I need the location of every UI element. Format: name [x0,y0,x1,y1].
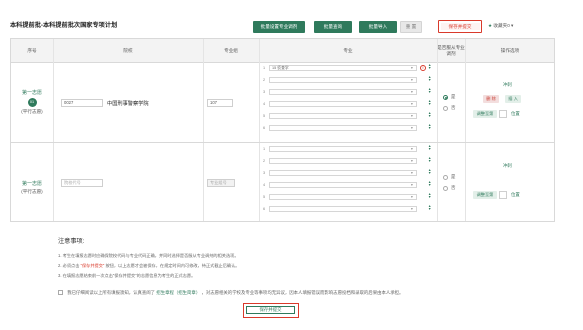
volunteer-table: 序号 院校 专业组 专业 是否服从专业调剂 操作选项 第一志愿 01 (平行志愿… [10,38,555,222]
adjust-to-button-2[interactable]: 调整至第 [473,191,497,199]
chevron-down-icon: ▾ [411,114,413,118]
school-code-input-2[interactable]: 院校代号 [61,179,103,187]
header-major: 专业 [343,48,353,53]
note-2: 2. 必须点击 “保存并提交” 按钮，以上志愿才会被保存，在规定时间内可修改，待… [58,263,240,268]
reorder-arrows-icon[interactable]: ▲ ▼ [428,75,431,82]
save-submit-bottom-highlight: 保存并提交 [243,303,299,318]
reorder-arrows-icon[interactable]: ▲ ▼ [428,123,431,130]
notes-title: 注意事项: [58,238,85,245]
top-link-1[interactable]: 冲刺 [503,82,512,88]
top-link-2[interactable]: 冲刺 [503,163,512,169]
major-select-2-5[interactable] [269,194,417,200]
chevron-down-icon: ▾ [411,195,413,199]
save-submit-top-button[interactable]: 保存并提交 [438,20,482,33]
header-ops: 操作选项 [500,48,520,53]
chevron-down-icon: ▾ [411,66,413,70]
chevron-down-icon: ▾ [411,78,413,82]
major-select-2-3[interactable] [269,170,417,176]
adjust-to-button-1[interactable]: 调整至第 [473,110,497,118]
reorder-arrows-icon[interactable]: ▲ ▼ [428,192,431,199]
volunteer-number-badge: 01 [27,98,37,107]
major-select-2-6[interactable] [269,206,417,212]
chevron-down-icon: ▾ [411,126,413,130]
table-header: 序号 院校 专业组 专业 是否服从专业调剂 操作选项 [11,39,554,63]
major-select-2-1[interactable] [269,146,417,152]
group-code-input-1[interactable]: 107 [207,99,233,107]
header-seq: 序号 [27,48,37,53]
reorder-arrows-icon[interactable]: ▲ ▼ [428,87,431,94]
error-icon: ! [420,65,426,71]
adjust-position-input-1[interactable] [499,110,507,118]
volunteer-label-1: 第一志愿 01 (平行志愿) [21,90,43,114]
save-submit-bottom-button[interactable]: 保存并提交 [246,306,295,314]
position-label-2: 位置 [511,192,520,197]
major-select-1-2[interactable] [269,77,417,83]
adjust-yes-radio-2[interactable] [443,175,448,180]
batch-query-button[interactable]: 批量查询 [314,21,352,33]
major-select-2-2[interactable] [269,158,417,164]
adjust-position-input-2[interactable] [499,191,507,199]
batch-import-button[interactable]: 批量导入 [359,21,397,33]
group-code-input-2[interactable]: 专业组号 [207,179,235,187]
school-code-input-1[interactable]: 0027 [61,99,103,107]
reorder-arrows-icon[interactable]: ▲ ▼ [428,99,431,106]
save-submit-top-label: 保存并提交 [440,22,480,30]
admission-rules-link[interactable]: 招生章程（招生简章） [156,290,200,295]
chevron-down-icon: ▾ [411,90,413,94]
chevron-down-icon: ▾ [411,183,413,187]
reset-button[interactable]: 重 置 [400,21,422,33]
favorites-label: 收藏夹0 [493,23,510,28]
reorder-arrows-icon[interactable]: ▲ ▼ [428,204,431,211]
position-label-1: 位置 [511,111,520,116]
batch-set-adjust-button[interactable]: 批量设置专业调剂 [253,21,305,33]
agreement-checkbox[interactable] [58,290,63,296]
insert-button-1[interactable]: 插 入 [505,95,521,103]
school-name-1: 中国刑事警察学院 [107,101,149,107]
reorder-arrows-icon[interactable]: ▲ ▼ [428,180,431,187]
header-group: 专业组 [224,48,238,53]
reorder-arrows-icon[interactable]: ▲ ▼ [428,144,431,151]
volunteer-label-2: 第一志愿 (平行志愿) [21,181,43,194]
reorder-arrows-icon[interactable]: ▲ ▼ [428,156,431,163]
adjust-no-radio-2[interactable] [443,186,448,191]
note-1: 1. 考生在填报志愿时应确保院校代码与专业代码正确，并同时选择是否服从专业调剂的… [58,253,239,258]
delete-button-1[interactable]: 删 除 [483,95,499,103]
major-select-2-4[interactable] [269,182,417,188]
header-school: 院校 [123,48,133,53]
adjust-yes-radio-1[interactable] [443,95,448,100]
adjust-no-radio-1[interactable] [443,106,448,111]
favorites-menu[interactable]: ★ 收藏夹0 ▾ [488,23,513,29]
chevron-down-icon: ▾ [411,171,413,175]
major-select-1-3[interactable] [269,89,417,95]
major-select-1-4[interactable] [269,101,417,107]
major-select-1-1[interactable]: 15 侦查学 [269,65,417,71]
star-icon: ★ [488,23,493,28]
chevron-down-icon: ▾ [411,102,413,106]
note-3: 3. 在填报志愿结束前一次点击“保存并提交”的志愿信息为考生的正式志愿。 [58,273,196,278]
chevron-down-icon: ▾ [511,23,514,28]
agreement-line: 我已仔细阅读以上所有填报须知，认真查阅了 招生章程（招生简章） ，对志愿相关的学… [58,290,403,296]
chevron-down-icon: ▾ [411,159,413,163]
reorder-arrows-icon[interactable]: ▲ ▼ [428,63,431,70]
major-select-1-5[interactable] [269,113,417,119]
chevron-down-icon: ▾ [411,207,413,211]
reorder-arrows-icon[interactable]: ▲ ▼ [428,168,431,175]
reorder-arrows-icon[interactable]: ▲ ▼ [428,111,431,118]
page-title: 本科提前批-本科提前批次国家专项计划 [10,22,118,29]
header-adjust: 是否服从专业调剂 [437,45,465,56]
chevron-down-icon: ▾ [411,147,413,151]
major-select-1-6[interactable] [269,125,417,131]
